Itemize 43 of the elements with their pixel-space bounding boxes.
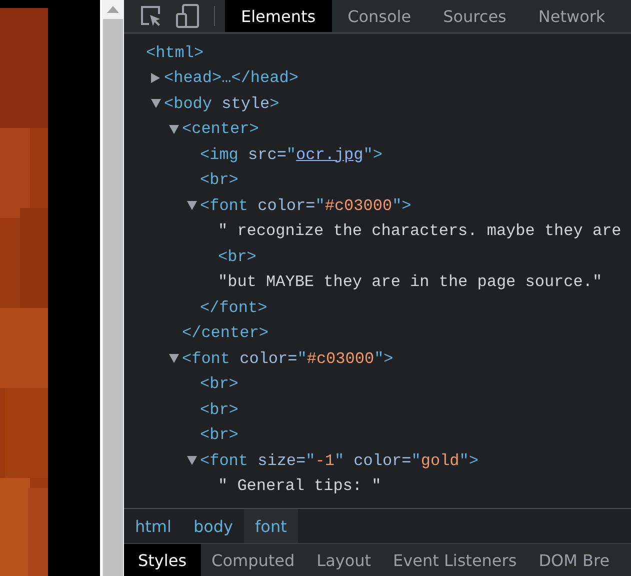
dom-node-line[interactable]: " General tips: " xyxy=(218,477,382,496)
panel-tab[interactable]: Sources xyxy=(427,0,522,32)
file-link[interactable]: ocr.jpg xyxy=(296,146,364,164)
triangle-down-icon[interactable] xyxy=(169,354,179,364)
dom-node-line[interactable]: <font size="-1" color="gold"> xyxy=(200,452,478,470)
dom-node-line[interactable]: <html> xyxy=(146,44,204,62)
markup-text: "> xyxy=(363,146,382,164)
markup-text: src= xyxy=(247,146,286,164)
triangle-down-icon[interactable] xyxy=(187,201,197,210)
triangle-down-icon[interactable] xyxy=(169,124,179,134)
dom-node-line[interactable]: <br> xyxy=(200,400,238,419)
dom-node-line[interactable]: <br> xyxy=(200,426,238,444)
dom-node-line[interactable]: <br> xyxy=(200,171,238,190)
dom-node-line[interactable]: </font> xyxy=(200,298,268,317)
sidebar-tab[interactable]: Computed xyxy=(200,544,306,576)
sidebar-tab[interactable]: DOM Bre xyxy=(528,544,621,576)
dom-node-line[interactable]: <center> xyxy=(182,120,259,138)
breadcrumb-item[interactable]: font xyxy=(244,509,298,543)
panel-tab[interactable]: Network xyxy=(522,0,622,32)
markup-text: " xyxy=(286,146,296,164)
panel-tab[interactable]: Console xyxy=(332,0,428,32)
markup-text: <img xyxy=(200,146,238,164)
sidebar-tab[interactable]: Event Listeners xyxy=(382,544,528,576)
dom-node-line[interactable]: " recognize the characters. maybe they are xyxy=(218,222,622,240)
sidebar-tab[interactable]: Styles xyxy=(124,544,201,576)
dom-node-line[interactable]: "but MAYBE they are in the page source." xyxy=(218,273,602,292)
dom-node-line[interactable]: <font color="#c03000"> xyxy=(200,196,412,215)
sidebar-tab[interactable]: Layout xyxy=(306,544,382,576)
dom-node-line[interactable]: </center> xyxy=(182,324,268,342)
inspect-cursor-icon[interactable] xyxy=(140,5,162,27)
breadcrumb-item[interactable]: body xyxy=(182,509,244,543)
dom-node-line[interactable]: <body style> xyxy=(164,94,280,113)
triangle-down-icon[interactable] xyxy=(151,99,161,108)
triangle-right-icon[interactable] xyxy=(151,73,160,84)
triangle-down-icon[interactable] xyxy=(187,456,197,466)
dom-node-line[interactable]: <br> xyxy=(200,375,238,394)
panel-tab[interactable]: Elements xyxy=(225,0,332,32)
dom-node-line[interactable]: <br> xyxy=(218,248,256,266)
scrollbar-thumb[interactable] xyxy=(103,19,123,576)
breadcrumb-item[interactable]: html xyxy=(124,509,182,543)
device-toggle-icon[interactable] xyxy=(176,4,200,28)
dom-node-line[interactable]: <font color="#c03000"> xyxy=(182,350,394,368)
dom-node-line[interactable]: <head>…</head> xyxy=(164,69,298,88)
